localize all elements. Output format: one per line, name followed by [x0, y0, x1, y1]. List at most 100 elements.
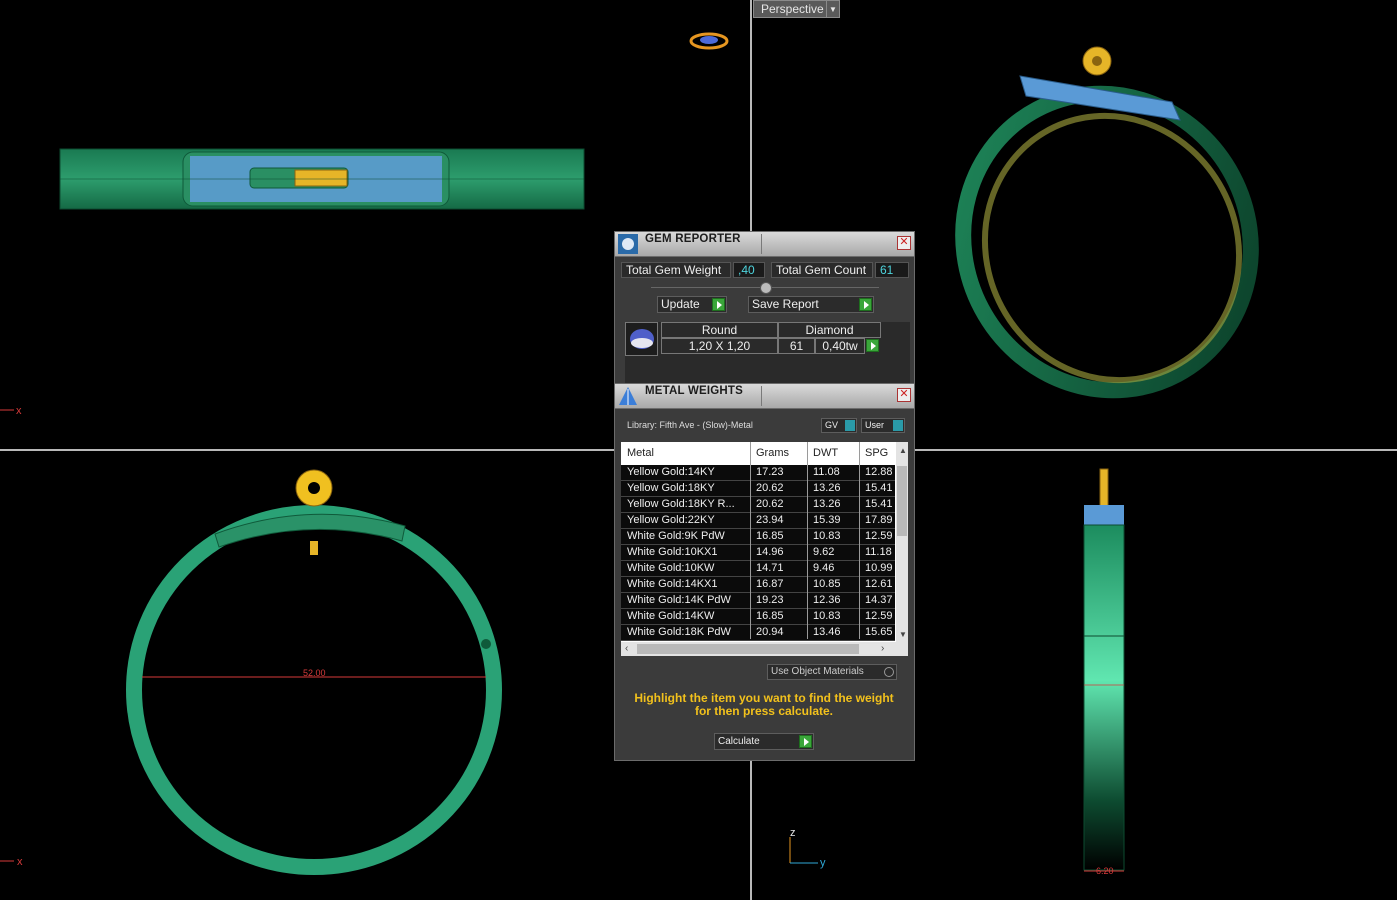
col-dwt[interactable]: DWT	[813, 447, 838, 459]
metal-weights-table[interactable]: Metal Grams DWT SPG Yellow Gold:14KY 17.2…	[621, 442, 908, 656]
table-cell: 14.71	[756, 562, 784, 574]
table-row[interactable]: White Gold:18K PdW 20.94 13.46 15.65	[621, 625, 895, 641]
table-cell: White Gold:14KW	[627, 610, 715, 622]
total-gem-weight-value: ,40	[733, 262, 765, 278]
gv-toggle[interactable]: GV	[821, 418, 857, 433]
update-label: Update	[661, 297, 700, 311]
table-cell: 12.59	[865, 610, 893, 622]
instruction-hint: Highlight the item you want to find the …	[634, 691, 894, 718]
gem-shape: Round	[661, 322, 778, 338]
table-cell: 16.87	[756, 578, 784, 590]
table-row[interactable]: White Gold:10KX1 14.96 9.62 11.18	[621, 545, 895, 561]
table-row[interactable]: Yellow Gold:22KY 23.94 15.39 17.89	[621, 513, 895, 529]
table-row[interactable]: Yellow Gold:14KY 17.23 11.08 12.88	[621, 465, 895, 481]
total-gem-count-label: Total Gem Count	[771, 262, 873, 278]
table-cell: 11.08	[813, 466, 840, 478]
scroll-left-icon[interactable]: ‹	[625, 643, 628, 654]
axis-x-label-front: x	[17, 856, 23, 868]
table-cell: 15.65	[865, 626, 893, 638]
col-metal[interactable]: Metal	[627, 447, 654, 459]
gem-list: Round Diamond 1,20 X 1,20 61 0,40tw	[625, 322, 910, 384]
close-icon[interactable]: ✕	[897, 236, 911, 250]
metal-weights-title: METAL WEIGHTS	[645, 385, 744, 397]
gem-reporter-titlebar[interactable]: GEM REPORTER ✕	[615, 232, 914, 257]
close-icon[interactable]: ✕	[897, 388, 911, 402]
hscrollbar-thumb[interactable]	[637, 644, 859, 654]
scroll-up-icon[interactable]: ▲	[899, 446, 907, 455]
axis-x-label: x	[16, 405, 22, 417]
table-cell: 10.83	[813, 530, 841, 542]
chevron-down-icon[interactable]: ▼	[826, 1, 839, 17]
calculate-button[interactable]: Calculate	[714, 733, 814, 750]
user-label: User	[865, 420, 885, 430]
table-cell: 12.88	[865, 466, 893, 478]
table-cell: White Gold:14KX1	[627, 578, 718, 590]
gem-go-button[interactable]	[866, 339, 879, 352]
save-report-button[interactable]: Save Report	[748, 296, 874, 313]
metal-weights-titlebar[interactable]: METAL WEIGHTS ✕	[615, 384, 914, 409]
horizontal-scrollbar[interactable]: ‹ ›	[621, 642, 908, 656]
table-row[interactable]: Yellow Gold:18KY 20.62 13.26 15.41	[621, 481, 895, 497]
gem-type: Diamond	[778, 322, 881, 338]
scrollbar-thumb[interactable]	[897, 466, 907, 536]
gems-side-view	[1084, 505, 1124, 527]
table-cell: 13.26	[813, 498, 841, 510]
balance-scale-icon	[617, 385, 639, 407]
table-cell: 20.94	[756, 626, 784, 638]
table-cell: 10.99	[865, 562, 893, 574]
panel-splitter-handle[interactable]	[760, 282, 772, 294]
use-object-materials-label: Use Object Materials	[771, 666, 864, 677]
table-cell: 13.26	[813, 482, 841, 494]
diameter-dimension: 52.00	[303, 668, 326, 678]
table-row[interactable]: White Gold:10KW 14.71 9.46 10.99	[621, 561, 895, 577]
update-button[interactable]: Update	[657, 296, 727, 313]
table-cell: 15.41	[865, 498, 893, 510]
user-toggle[interactable]: User	[861, 418, 905, 433]
metal-weights-panel: METAL WEIGHTS ✕ Library: Fifth Ave - (Sl…	[614, 383, 915, 761]
table-cell: 20.62	[756, 482, 784, 494]
table-cell: 12.36	[813, 594, 841, 606]
table-cell: 16.85	[756, 610, 784, 622]
axis-y-label: y	[820, 857, 826, 869]
col-grams[interactable]: Grams	[756, 447, 789, 459]
table-cell: White Gold:9K PdW	[627, 530, 725, 542]
band-side-view	[1083, 524, 1125, 871]
use-object-materials-toggle[interactable]: Use Object Materials	[767, 664, 897, 680]
table-cell: 19.23	[756, 594, 784, 606]
round-gem-icon	[625, 322, 658, 356]
table-cell: 9.46	[813, 562, 835, 574]
table-cell: 23.94	[756, 514, 784, 526]
table-cell: 17.23	[756, 466, 784, 478]
table-cell: Yellow Gold:22KY	[627, 514, 715, 526]
radio-icon	[884, 667, 894, 677]
table-cell: White Gold:14K PdW	[627, 594, 731, 606]
view-mode-dropdown[interactable]: Perspective ▼	[753, 0, 840, 18]
gem-tw: 0,40tw	[815, 338, 865, 354]
gem-reporter-icon	[617, 233, 639, 255]
scroll-right-icon[interactable]: ›	[881, 643, 884, 654]
table-row[interactable]: White Gold:14K PdW 19.23 12.36 14.37	[621, 593, 895, 609]
total-gem-count-value: 61	[875, 262, 909, 278]
table-row[interactable]: White Gold:14KW 16.85 10.83 12.59	[621, 609, 895, 625]
table-header: Metal Grams DWT SPG	[621, 442, 895, 464]
toggle-indicator	[845, 420, 855, 431]
gem-reporter-title: GEM REPORTER	[645, 233, 741, 245]
play-icon	[712, 298, 725, 311]
vertical-scrollbar[interactable]: ▲ ▼	[896, 442, 908, 642]
bail-side-view	[1099, 468, 1109, 508]
col-spg[interactable]: SPG	[865, 447, 888, 459]
table-cell: 20.62	[756, 498, 784, 510]
table-row[interactable]: Yellow Gold:18KY R... 20.62 13.26 15.41	[621, 497, 895, 513]
table-cell: 10.83	[813, 610, 841, 622]
table-cell: 14.37	[865, 594, 893, 606]
table-cell: 12.59	[865, 530, 893, 542]
gem-count: 61	[778, 338, 815, 354]
table-cell: White Gold:10KW	[627, 562, 715, 574]
table-row[interactable]: White Gold:14KX1 16.87 10.85 12.61	[621, 577, 895, 593]
scroll-down-icon[interactable]: ▼	[899, 630, 907, 639]
table-cell: 10.85	[813, 578, 841, 590]
table-row[interactable]: White Gold:9K PdW 16.85 10.83 12.59	[621, 529, 895, 545]
toggle-indicator	[893, 420, 903, 431]
axis-z-label: z	[790, 827, 796, 839]
band-front-view	[126, 505, 502, 875]
